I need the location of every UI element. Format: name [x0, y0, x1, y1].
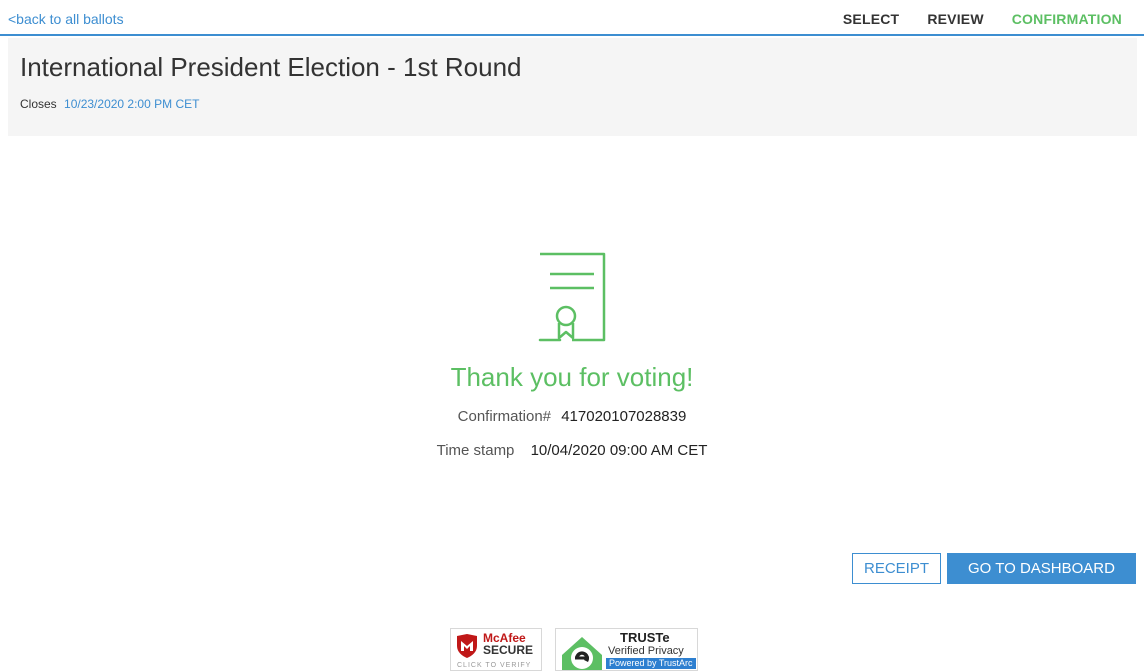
- timestamp-value: 10/04/2020 09:00 AM CET: [530, 442, 708, 459]
- step-select[interactable]: SELECT: [843, 11, 899, 27]
- page-title: International President Election - 1st R…: [20, 52, 522, 82]
- certificate-icon: [538, 252, 606, 342]
- mcafee-shield-icon: [457, 634, 477, 658]
- truste-e-icon: [562, 637, 602, 670]
- timestamp-label: Time stamp: [436, 442, 515, 459]
- closes-date: 10/23/2020 2:00 PM CET: [64, 97, 200, 111]
- truste-powered-by: Powered by TrustArc: [606, 658, 696, 669]
- progress-steps: SELECT REVIEW CONFIRMATION: [843, 11, 1122, 27]
- mcafee-secure-text: SECURE: [483, 643, 534, 657]
- receipt-button[interactable]: RECEIPT: [852, 553, 941, 584]
- truste-subtitle: Verified Privacy: [608, 645, 684, 657]
- confirmation-number-value: 417020107028839: [561, 408, 687, 425]
- top-navigation-bar: <back to all ballots SELECT REVIEW CONFI…: [0, 0, 1144, 36]
- mcafee-verify-text: CLICK TO VERIFY: [457, 662, 532, 669]
- truste-badge[interactable]: TRUSTe Verified Privacy Powered by Trust…: [555, 628, 698, 671]
- step-confirmation[interactable]: CONFIRMATION: [1012, 11, 1122, 27]
- confirmation-number-label: Confirmation#: [457, 408, 552, 425]
- truste-name: TRUSTe: [620, 630, 670, 645]
- confirmation-number-row: Confirmation# 417020107028839: [0, 408, 1144, 425]
- back-to-ballots-link[interactable]: <back to all ballots: [8, 11, 124, 27]
- step-review[interactable]: REVIEW: [927, 11, 983, 27]
- thank-you-message: Thank you for voting!: [450, 362, 694, 392]
- closes-label: Closes: [20, 97, 57, 111]
- timestamp-row: Time stamp 10/04/2020 09:00 AM CET: [0, 442, 1144, 459]
- election-header: International President Election - 1st R…: [8, 38, 1137, 136]
- mcafee-secure-badge[interactable]: McAfee SECURE CLICK TO VERIFY: [450, 628, 542, 671]
- go-to-dashboard-button[interactable]: GO TO DASHBOARD: [947, 553, 1136, 584]
- closes-info: Closes 10/23/2020 2:00 PM CET: [20, 97, 199, 111]
